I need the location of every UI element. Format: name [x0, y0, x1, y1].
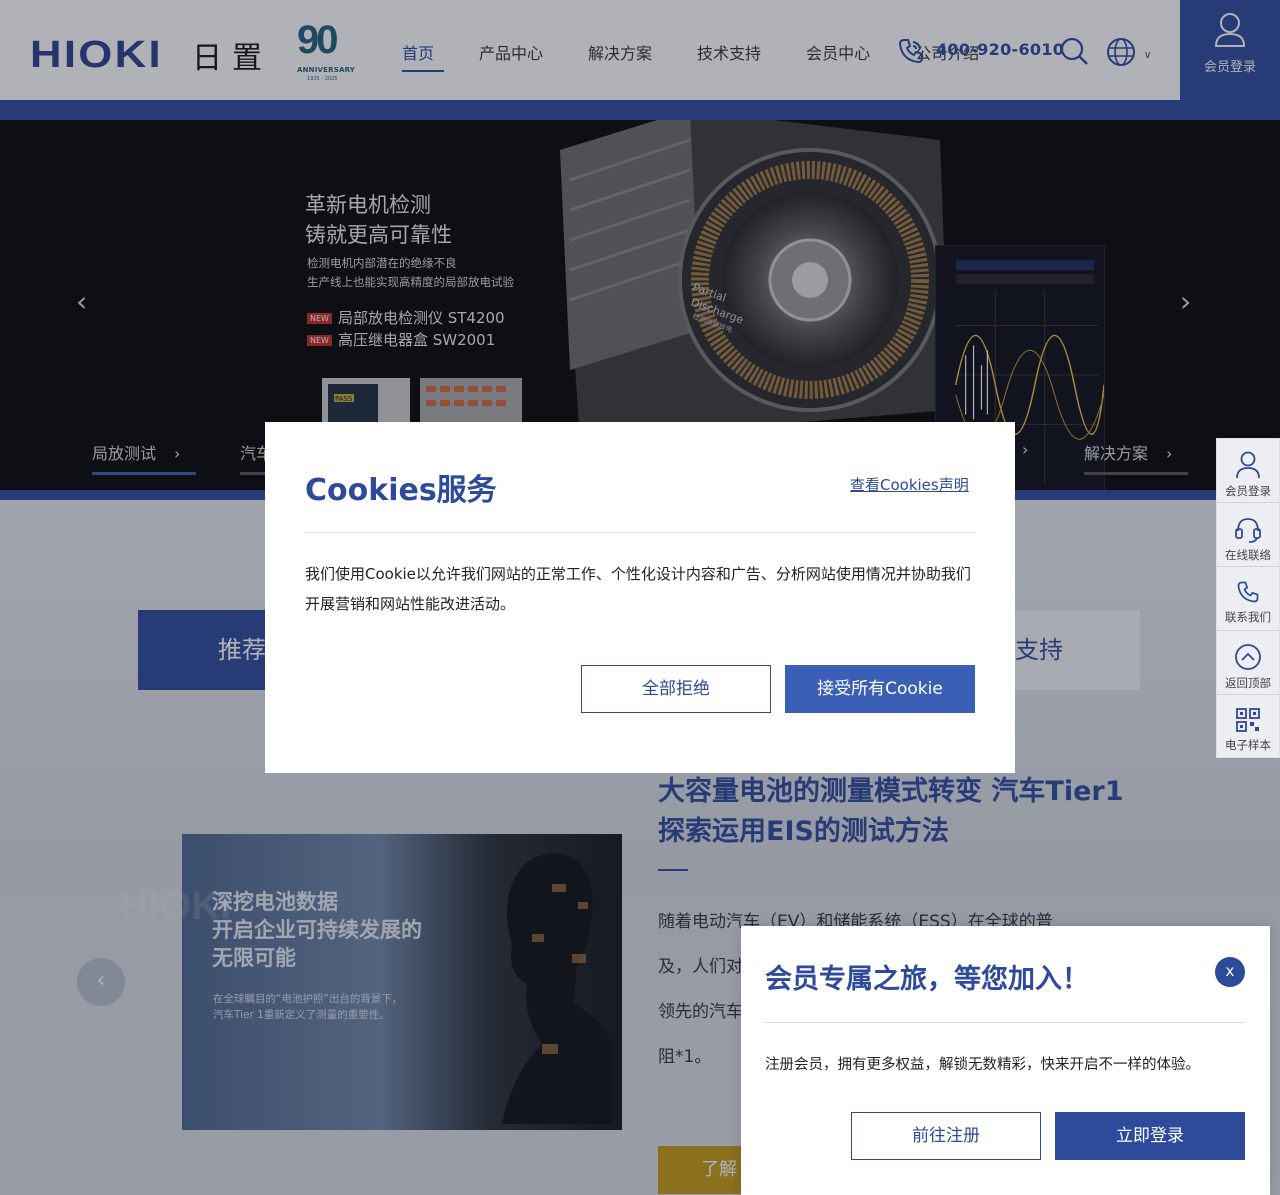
- close-icon[interactable]: x: [1215, 957, 1245, 987]
- phone-icon: [1237, 581, 1259, 603]
- sidebar-item-label: 电子样本: [1225, 738, 1271, 752]
- sidebar-item-catalog[interactable]: 电子样本: [1217, 695, 1279, 759]
- headset-icon: [1235, 518, 1261, 543]
- accept-all-button[interactable]: 接受所有Cookie: [785, 665, 975, 713]
- cookie-divider: [305, 532, 975, 533]
- sidebar-item-contact[interactable]: 联系我们: [1217, 567, 1279, 631]
- cookie-dialog: Cookies服务 查看Cookies声明 我们使用Cookie以允许我们网站的…: [265, 422, 1015, 773]
- member-popup: 会员专属之旅，等您加入！ x 注册会员，拥有更多权益，解锁无数精彩，快来开启不一…: [741, 926, 1270, 1195]
- login-button[interactable]: 立即登录: [1055, 1112, 1245, 1160]
- sidebar-item-label: 返回顶部: [1225, 676, 1271, 690]
- cookie-title: Cookies服务: [305, 473, 497, 508]
- sidebar-item-login[interactable]: 会员登录: [1217, 439, 1279, 503]
- member-popup-title: 会员专属之旅，等您加入！: [765, 964, 1089, 995]
- floating-sidebar: 会员登录 在线联络 联系我们 返回顶部 电子样本: [1216, 438, 1280, 758]
- cookie-description: 我们使用Cookie以允许我们网站的正常工作、个性化设计内容和广告、分析网站使用…: [305, 565, 971, 613]
- sidebar-item-label: 会员登录: [1225, 484, 1271, 498]
- sidebar-item-top[interactable]: 返回顶部: [1217, 631, 1279, 695]
- user-icon: [1236, 451, 1260, 479]
- sidebar-item-label: 在线联络: [1225, 548, 1271, 562]
- qrcode-icon: [1236, 708, 1260, 732]
- reject-all-button[interactable]: 全部拒绝: [581, 665, 771, 713]
- sidebar-item-label: 联系我们: [1225, 610, 1271, 624]
- register-button[interactable]: 前往注册: [851, 1112, 1041, 1160]
- member-popup-divider: [765, 1022, 1245, 1023]
- member-popup-text: 注册会员，拥有更多权益，解锁无数精彩，快来开启不一样的体验。: [765, 1057, 1200, 1073]
- sidebar-item-chat[interactable]: 在线联络: [1217, 503, 1279, 567]
- arrow-up-icon: [1235, 644, 1261, 670]
- cookie-policy-link[interactable]: 查看Cookies声明: [850, 474, 969, 495]
